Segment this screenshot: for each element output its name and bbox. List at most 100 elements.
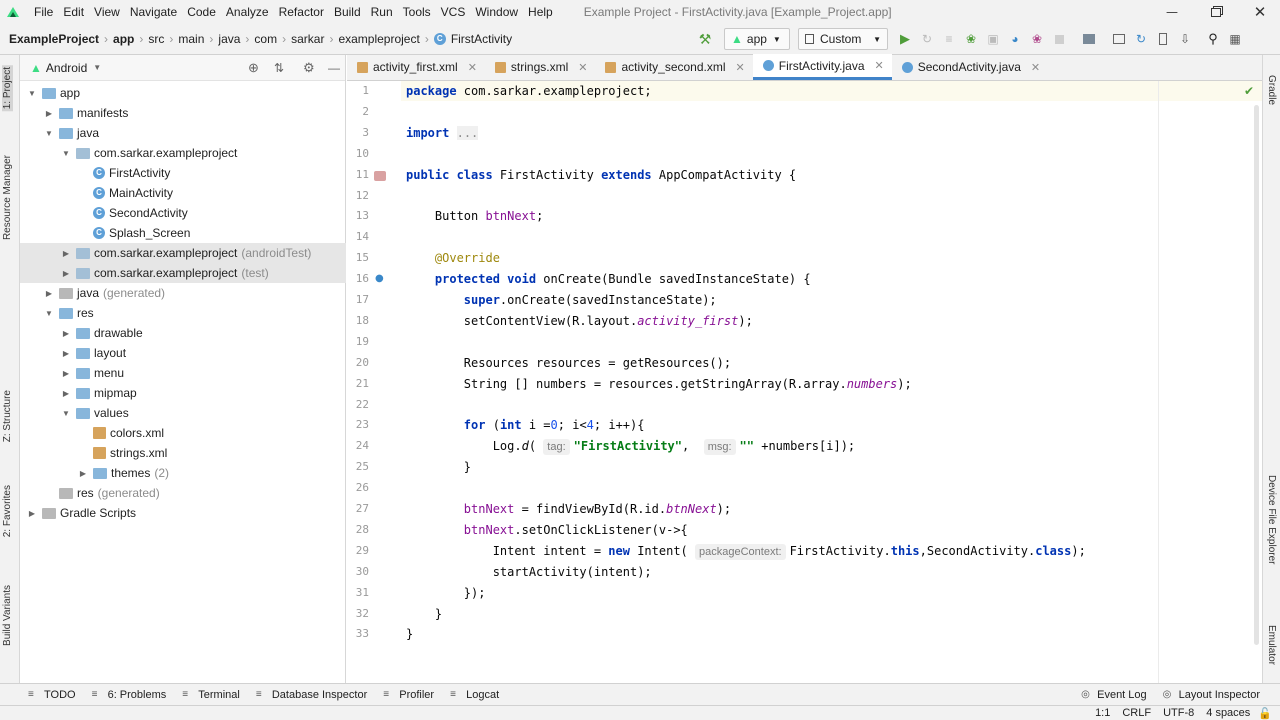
code-line[interactable]: Intent intent = new Intent( packageConte…	[406, 543, 1086, 560]
locate-icon[interactable]: ⊕	[248, 60, 259, 76]
device-file-explorer-tab[interactable]: Device File Explorer	[1266, 475, 1277, 564]
editor-tab[interactable]: strings.xml ✕	[485, 54, 596, 80]
tree-item[interactable]: ▼ res	[20, 303, 346, 323]
tree-item[interactable]: C MainActivity	[20, 183, 346, 203]
breadcrumb-item[interactable]: ExampleProject	[6, 32, 102, 46]
menu-item-navigate[interactable]: Navigate	[125, 5, 182, 19]
code-line[interactable]: super.onCreate(savedInstanceState);	[406, 292, 717, 308]
code-editor[interactable]: 1 2 3 10 11 12 13 14 15 16 17 18 19 20 21 22 23 24 25 26 27 2…	[347, 81, 1262, 683]
structure-tab[interactable]: Z: Structure	[2, 390, 13, 442]
code-line[interactable]: String [] numbers = resources.getStringA…	[406, 376, 912, 392]
tree-item[interactable]: ▶ themes (2)	[20, 463, 346, 483]
project-structure-button[interactable]	[1078, 28, 1100, 50]
project-view-dropdown[interactable]: Android	[46, 61, 87, 75]
stop-button[interactable]	[1048, 28, 1070, 50]
menu-item-file[interactable]: File	[29, 5, 58, 19]
tree-item[interactable]: ▶ Gradle Scripts	[20, 503, 346, 523]
editor-scrollbar[interactable]	[1254, 105, 1259, 645]
tree-item[interactable]: ▶ layout	[20, 343, 346, 363]
code-line[interactable]: startActivity(intent);	[406, 564, 652, 580]
gradle-tab[interactable]: Gradle	[1266, 75, 1277, 105]
collapsed-arrow-icon[interactable]: ▶	[77, 469, 89, 478]
code-line[interactable]: Log.d( tag: "FirstActivity", msg: "" +numb…	[406, 438, 855, 456]
code-line[interactable]: }	[406, 459, 471, 475]
editor-tab[interactable]: SecondActivity.java ✕	[892, 54, 1048, 80]
file-encoding[interactable]: UTF-8	[1163, 707, 1194, 719]
menu-item-window[interactable]: Window	[470, 5, 523, 19]
breadcrumb-item[interactable]: sarkar	[288, 32, 327, 46]
breadcrumb-item[interactable]: src	[145, 32, 167, 46]
expanded-arrow-icon[interactable]: ▼	[43, 129, 55, 138]
tree-item[interactable]: res (generated)	[20, 483, 346, 503]
close-tab-icon[interactable]: ✕	[875, 59, 884, 72]
tool-window-profiler[interactable]: ≡ Profiler	[383, 689, 434, 701]
expanded-arrow-icon[interactable]: ▼	[43, 309, 55, 318]
indent-setting[interactable]: 4 spaces	[1206, 707, 1250, 719]
code-line[interactable]: });	[406, 585, 486, 601]
tree-item[interactable]: C FirstActivity	[20, 163, 346, 183]
profile-button[interactable]: ▣	[982, 28, 1004, 50]
project-tool-tab[interactable]: 1: Project	[2, 65, 13, 112]
resource-manager-tab[interactable]: Resource Manager	[2, 155, 13, 240]
caret-position[interactable]: 1:1	[1095, 707, 1110, 719]
collapsed-arrow-icon[interactable]: ▶	[60, 349, 72, 358]
sdk-manager-button[interactable]: ⇩	[1174, 28, 1196, 50]
tool-window-todo[interactable]: ≡ TODO	[28, 689, 76, 701]
code-line[interactable]: for (int i =0; i<4; i++){	[406, 417, 645, 433]
editor-tab[interactable]: activity_second.xml ✕	[595, 54, 752, 80]
menu-item-analyze[interactable]: Analyze	[221, 5, 274, 19]
close-tab-icon[interactable]: ✕	[736, 61, 745, 74]
tree-item[interactable]: ▶ menu	[20, 363, 346, 383]
tree-item[interactable]: C Splash_Screen	[20, 223, 346, 243]
favorites-tab[interactable]: 2: Favorites	[2, 485, 13, 537]
breakpoint-marker-icon[interactable]	[374, 171, 386, 181]
layout-button[interactable]	[1108, 28, 1130, 50]
sync-gradle-button[interactable]: ↻	[1130, 28, 1152, 50]
breadcrumb-item[interactable]: java	[215, 32, 243, 46]
tool-window-layout-inspector[interactable]: ◎ Layout Inspector	[1163, 689, 1260, 701]
menu-item-code[interactable]: Code	[182, 5, 221, 19]
avd-manager-button[interactable]	[1152, 28, 1174, 50]
code-line[interactable]: btnNext = findViewById(R.id.btnNext);	[406, 501, 731, 517]
apply-changes-button[interactable]: ↻	[916, 28, 938, 50]
tree-item[interactable]: ▶ com.sarkar.exampleproject (test)	[20, 263, 346, 283]
tree-item[interactable]: strings.xml	[20, 443, 346, 463]
gear-icon[interactable]: ⚙	[303, 60, 315, 76]
menu-item-run[interactable]: Run	[366, 5, 398, 19]
collapsed-arrow-icon[interactable]: ▶	[60, 269, 72, 278]
menu-item-edit[interactable]: Edit	[58, 5, 89, 19]
device-dropdown[interactable]: Custom ▼	[798, 28, 888, 50]
run-config-dropdown[interactable]: ▲ app ▼	[724, 28, 790, 50]
collapsed-arrow-icon[interactable]: ▶	[60, 369, 72, 378]
code-line[interactable]: Resources resources = getResources();	[406, 355, 731, 371]
line-separator[interactable]: CRLF	[1122, 707, 1151, 719]
coverage-button[interactable]: ❀	[1026, 28, 1048, 50]
override-marker-icon[interactable]: ●	[375, 273, 384, 284]
code-line[interactable]: @Override	[406, 250, 500, 266]
close-tab-icon[interactable]: ✕	[468, 61, 477, 74]
breadcrumb-item[interactable]: exampleproject	[335, 32, 422, 46]
code-line[interactable]: package com.sarkar.exampleproject;	[406, 83, 652, 99]
code-line[interactable]: setContentView(R.layout.activity_first);	[406, 313, 753, 329]
attach-debugger-button[interactable]: ◕	[1004, 28, 1026, 50]
tree-item[interactable]: ▶ manifests	[20, 103, 346, 123]
tree-item[interactable]: colors.xml	[20, 423, 346, 443]
restore-button[interactable]	[1194, 0, 1238, 24]
debug-button[interactable]: ❀	[960, 28, 982, 50]
tool-window-database-inspector[interactable]: ≡ Database Inspector	[256, 689, 367, 701]
minimize-button[interactable]: —	[1150, 0, 1194, 24]
tree-item[interactable]: ▶ java (generated)	[20, 283, 346, 303]
code-line[interactable]: import ...	[406, 125, 479, 141]
collapsed-arrow-icon[interactable]: ▶	[60, 329, 72, 338]
code-line[interactable]: }	[406, 606, 442, 622]
collapse-all-icon[interactable]: ⇅	[274, 61, 284, 75]
tree-item[interactable]: ▼ java	[20, 123, 346, 143]
menu-item-build[interactable]: Build	[329, 5, 366, 19]
menu-item-vcs[interactable]: VCS	[436, 5, 471, 19]
tree-item[interactable]: C SecondActivity	[20, 203, 346, 223]
menu-item-refactor[interactable]: Refactor	[274, 5, 329, 19]
tree-item[interactable]: ▶ com.sarkar.exampleproject (androidTest)	[20, 243, 346, 263]
menu-item-view[interactable]: View	[89, 5, 125, 19]
collapsed-arrow-icon[interactable]: ▶	[60, 249, 72, 258]
emulator-tab[interactable]: Emulator	[1266, 625, 1277, 665]
